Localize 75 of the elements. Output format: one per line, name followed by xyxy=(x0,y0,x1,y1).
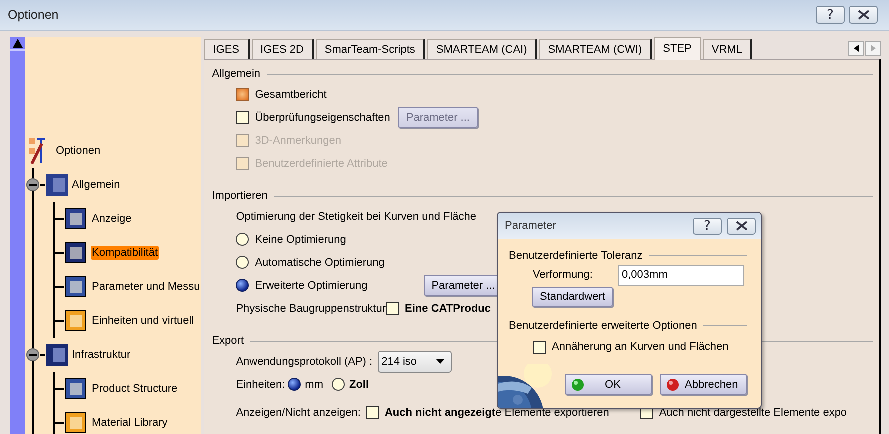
tree-item[interactable]: Kompatibilität xyxy=(91,246,160,260)
collapse-icon[interactable] xyxy=(26,178,40,192)
checkbox[interactable] xyxy=(366,406,379,419)
checkbox-label: 3D-Anmerkungen xyxy=(255,134,342,146)
checkbox-label: Überprüfungseigenschaften xyxy=(255,112,390,124)
protocol-dropdown[interactable]: 214 iso xyxy=(378,350,452,372)
tree-item[interactable]: Product Structure xyxy=(91,382,179,396)
scroll-up-button[interactable] xyxy=(10,37,25,51)
close-button[interactable] xyxy=(727,218,756,234)
tools-icon xyxy=(28,136,48,166)
help-button[interactable]: ? xyxy=(693,218,722,234)
option-label: Anzeigen/Nicht anzeigen: xyxy=(236,406,361,418)
section-title: Export xyxy=(212,335,244,347)
scroll-bar[interactable] xyxy=(10,37,25,434)
tree-item[interactable]: Parameter und Messu xyxy=(91,280,202,294)
checkbox[interactable] xyxy=(386,302,400,315)
tab[interactable]: SMARTEAM (CWI) xyxy=(539,39,652,59)
sphere-icon xyxy=(666,378,680,392)
tab[interactable]: IGES xyxy=(204,39,250,59)
option-label: Physische Baugruppenstruktur xyxy=(236,302,386,314)
tab[interactable]: SmarTeam-Scripts xyxy=(316,39,426,59)
radio-label: Keine Optimierung xyxy=(255,234,346,246)
section-title: Allgemein xyxy=(212,68,261,80)
dialog-title: Parameter xyxy=(504,220,558,232)
checkbox-label: Benutzerdefinierte Attribute xyxy=(255,158,388,170)
option-label: Anwendungsprotokoll (AP) : xyxy=(236,356,373,368)
tree-item[interactable]: Allgemein xyxy=(71,178,122,192)
right-arrow-icon xyxy=(870,45,876,52)
checkbox-label: Eine CATProduc xyxy=(405,302,492,314)
option-label: Optimierung der Stetigkeit bei Kurven und Fläche xyxy=(236,210,477,222)
tree-item[interactable]: Einheiten und virtuell xyxy=(91,314,196,328)
radio-button[interactable] xyxy=(332,378,346,391)
radio-button[interactable] xyxy=(236,233,250,246)
section-title: Importieren xyxy=(212,190,268,202)
radio-button[interactable] xyxy=(236,256,250,269)
help-button[interactable]: ? xyxy=(816,6,845,24)
radio-label: Erweiterte Optimierung xyxy=(255,280,368,292)
checkbox-label: Auch nicht dargestellte Elemente expo xyxy=(659,406,848,418)
tree-item[interactable]: Anzeige xyxy=(91,212,133,226)
checkbox[interactable] xyxy=(533,340,546,354)
group-title: Benutzerdefinierte Toleranz xyxy=(509,250,643,262)
checkbox[interactable] xyxy=(236,111,250,124)
radio-button[interactable] xyxy=(288,378,302,391)
radio-label: mm xyxy=(305,378,324,390)
scroll-left-button[interactable] xyxy=(848,41,864,56)
group-title: Benutzerdefinierte erweiterte Optionen xyxy=(509,320,698,332)
tree-item[interactable]: Optionen xyxy=(55,144,102,158)
sphere-icon xyxy=(571,378,585,392)
tree-item[interactable]: Infrastruktur xyxy=(71,348,132,362)
close-icon xyxy=(736,221,748,231)
ok-button[interactable]: OK xyxy=(565,374,652,395)
tab[interactable]: IGES 2D xyxy=(252,39,314,59)
default-button[interactable]: Standardwert xyxy=(532,287,614,307)
checkbox-label: Auch nicht angezeigte Elemente exportieren xyxy=(384,406,610,418)
deformation-field[interactable]: 0,003mm xyxy=(618,264,744,286)
close-icon xyxy=(858,10,870,20)
checkbox-label: Annäherung an Kurven und Flächen xyxy=(552,341,729,353)
radio-button[interactable] xyxy=(236,279,250,292)
up-arrow-icon xyxy=(12,38,22,48)
tab[interactable]: VRML xyxy=(702,39,752,59)
checkbox-label: Gesamtbericht xyxy=(255,88,327,100)
left-arrow-icon xyxy=(854,45,859,52)
option-label: Einheiten: xyxy=(236,378,286,390)
tab[interactable]: STEP xyxy=(654,37,701,60)
tree-item[interactable]: Material Library xyxy=(91,416,169,430)
field-label: Verformung: xyxy=(533,269,594,281)
window-title: Optionen xyxy=(7,8,59,22)
dropdown-arrow-icon xyxy=(436,359,445,364)
radio-label: Automatische Optimierung xyxy=(255,256,385,268)
collapse-icon[interactable] xyxy=(26,348,40,362)
close-button[interactable] xyxy=(849,6,878,24)
cancel-button[interactable]: Abbrechen xyxy=(660,374,747,395)
radio-label: Zoll xyxy=(349,378,370,390)
tab[interactable]: SMARTEAM (CAI) xyxy=(427,39,538,59)
checkbox[interactable] xyxy=(236,88,250,101)
